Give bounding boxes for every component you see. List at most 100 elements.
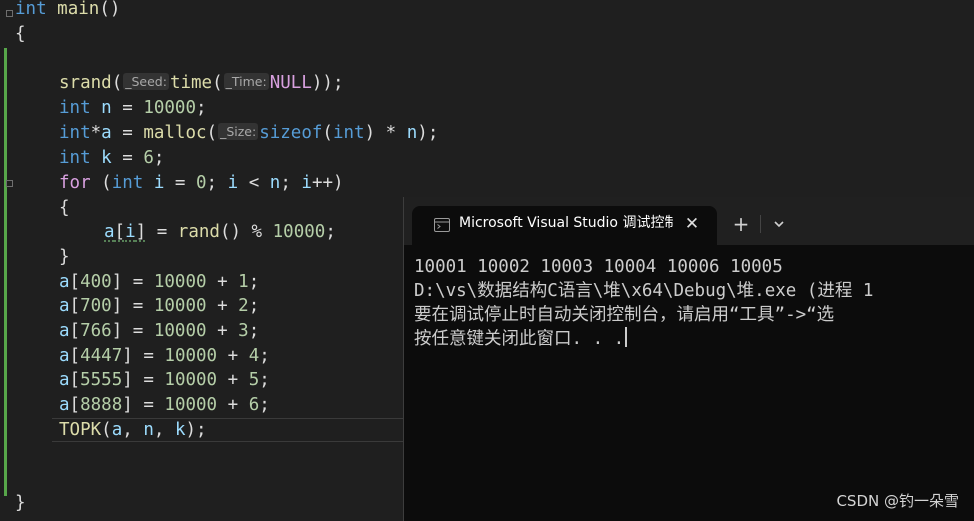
token-type: int — [59, 148, 91, 168]
code-line-main-signature[interactable]: int main() — [15, 0, 120, 22]
fold-marker[interactable] — [6, 180, 13, 187]
token-variable: n — [143, 420, 154, 440]
token-punc: () — [99, 0, 121, 19]
code-line-int-n[interactable]: int n = 10000; — [59, 96, 207, 121]
token-number: 2 — [238, 296, 249, 316]
token-punc: } — [15, 493, 26, 513]
code-line-set-4[interactable]: a[5555] = 10000 + 5; — [59, 368, 270, 393]
fold-marker[interactable] — [6, 10, 13, 17]
token-function: TOPK — [59, 420, 102, 440]
token-number: 6 — [248, 395, 260, 415]
chevron-down-icon[interactable] — [768, 213, 790, 235]
code-line-for[interactable]: for (int i = 0; i < n; i++) — [59, 171, 344, 196]
token-punc: = — [111, 148, 144, 168]
code-line-set-1[interactable]: a[700] = 10000 + 2; — [59, 294, 259, 319]
token-variable: n — [101, 98, 112, 118]
token-punc: { — [15, 24, 26, 44]
code-line-close-brace[interactable]: } — [15, 491, 26, 516]
token-variable: a — [59, 321, 70, 341]
token-function: time — [169, 73, 213, 93]
code-line-int-k[interactable]: int k = 6; — [59, 146, 164, 171]
token-variable: i — [125, 222, 136, 242]
token-variable: k — [101, 148, 112, 168]
token-number: 10000 — [272, 222, 326, 242]
token-number: 6 — [143, 148, 154, 168]
token-number: 3 — [238, 321, 249, 341]
token-variable: a — [101, 123, 112, 143]
token-number: 4447 — [80, 346, 123, 366]
token-variable: k — [174, 420, 186, 440]
token-variable: a — [111, 420, 123, 440]
token-number: 0 — [196, 173, 207, 193]
token-keyword: sizeof — [259, 123, 323, 143]
text-cursor — [625, 327, 628, 347]
console-output-line: 要在调试停止时自动关闭控制台，请启用“工具”->“选 — [414, 305, 835, 325]
token-number: 10000 — [153, 272, 207, 292]
token-number: 5555 — [80, 370, 123, 390]
token-punc: [ — [114, 222, 126, 242]
console-output-line-prompt: 按任意键关闭此窗口. . . — [414, 327, 628, 352]
token-number: 1 — [238, 272, 249, 292]
token-variable: i — [227, 173, 239, 193]
token-punc: = — [146, 222, 178, 242]
token-punc: = — [111, 98, 144, 118]
new-tab-button[interactable]: + — [730, 213, 752, 235]
code-line-inner-close[interactable]: } — [59, 245, 70, 270]
token-variable: n — [406, 123, 418, 143]
code-line-set-5[interactable]: a[8888] = 10000 + 6; — [59, 393, 270, 418]
token-number: 10000 — [164, 370, 218, 390]
token-punc: ++) — [311, 173, 344, 193]
token-type: int — [111, 173, 144, 193]
token-number: 400 — [80, 272, 112, 292]
close-icon[interactable]: ✕ — [682, 214, 702, 234]
token-function: rand — [177, 222, 220, 242]
token-punc: ; — [280, 173, 302, 193]
token-number: 10000 — [153, 321, 207, 341]
code-line-set-3[interactable]: a[4447] = 10000 + 4; — [59, 344, 270, 369]
token-variable: a — [59, 370, 70, 390]
token-punc: ; — [325, 222, 336, 242]
token-punc: , — [153, 420, 175, 440]
token-punc: = — [111, 123, 144, 143]
token-punc: ) * — [364, 123, 407, 143]
parameter-hint: _Seed: — [123, 73, 169, 90]
token-punc: ; — [153, 148, 165, 168]
code-line-assign[interactable]: a[i] = rand() % 10000; — [104, 220, 336, 245]
token-punc: () % — [219, 222, 273, 242]
change-indicator — [4, 48, 7, 496]
token-punc: ] — [135, 222, 147, 242]
token-punc: < — [238, 173, 270, 193]
parameter-hint: _Size: — [218, 123, 259, 140]
code-line-srand[interactable]: srand(_Seed: time(_Time: NULL)); — [59, 71, 343, 96]
token-keyword: for — [59, 173, 91, 193]
token-type: int — [15, 0, 47, 19]
console-tab[interactable]: Microsoft Visual Studio 调试控制台 ✕ — [412, 206, 717, 245]
code-line-int-a[interactable]: int*a = malloc(_Size: sizeof(int) * n); — [59, 121, 438, 146]
token-number: 10000 — [164, 395, 218, 415]
token-punc: ( — [101, 420, 112, 440]
console-output-line: 10001 10002 10003 10004 10006 10005 — [414, 257, 783, 277]
code-line-set-2[interactable]: a[766] = 10000 + 3; — [59, 319, 259, 344]
token-punc: , — [122, 420, 144, 440]
terminal-icon — [434, 218, 450, 232]
token-function: main — [57, 0, 100, 19]
token-variable: i — [153, 173, 165, 193]
token-punc: * — [90, 123, 102, 143]
token-variable: a — [59, 296, 70, 316]
token-function: srand — [59, 73, 112, 93]
window-titlebar[interactable]: Microsoft Visual Studio 调试控制台 ✕ + — [404, 197, 974, 245]
token-number: 10000 — [164, 346, 218, 366]
code-line-topk[interactable]: TOPK(a, n, k); — [59, 418, 207, 443]
token-variable: a — [59, 272, 70, 292]
code-line-set-0[interactable]: a[400] = 10000 + 1; — [59, 270, 259, 295]
token-punc: ; — [206, 173, 228, 193]
token-punc: ); — [185, 420, 207, 440]
code-line-inner-open[interactable]: { — [59, 196, 70, 221]
debug-console-window[interactable]: Microsoft Visual Studio 调试控制台 ✕ + 10001 … — [403, 197, 974, 521]
token-function: malloc — [143, 123, 207, 143]
tab-title: Microsoft Visual Studio 调试控制台 — [459, 215, 673, 231]
token-variable: a — [104, 222, 115, 242]
token-variable: a — [59, 346, 70, 366]
code-line-open-brace[interactable]: { — [15, 22, 26, 47]
token-punc: ( — [90, 173, 112, 193]
